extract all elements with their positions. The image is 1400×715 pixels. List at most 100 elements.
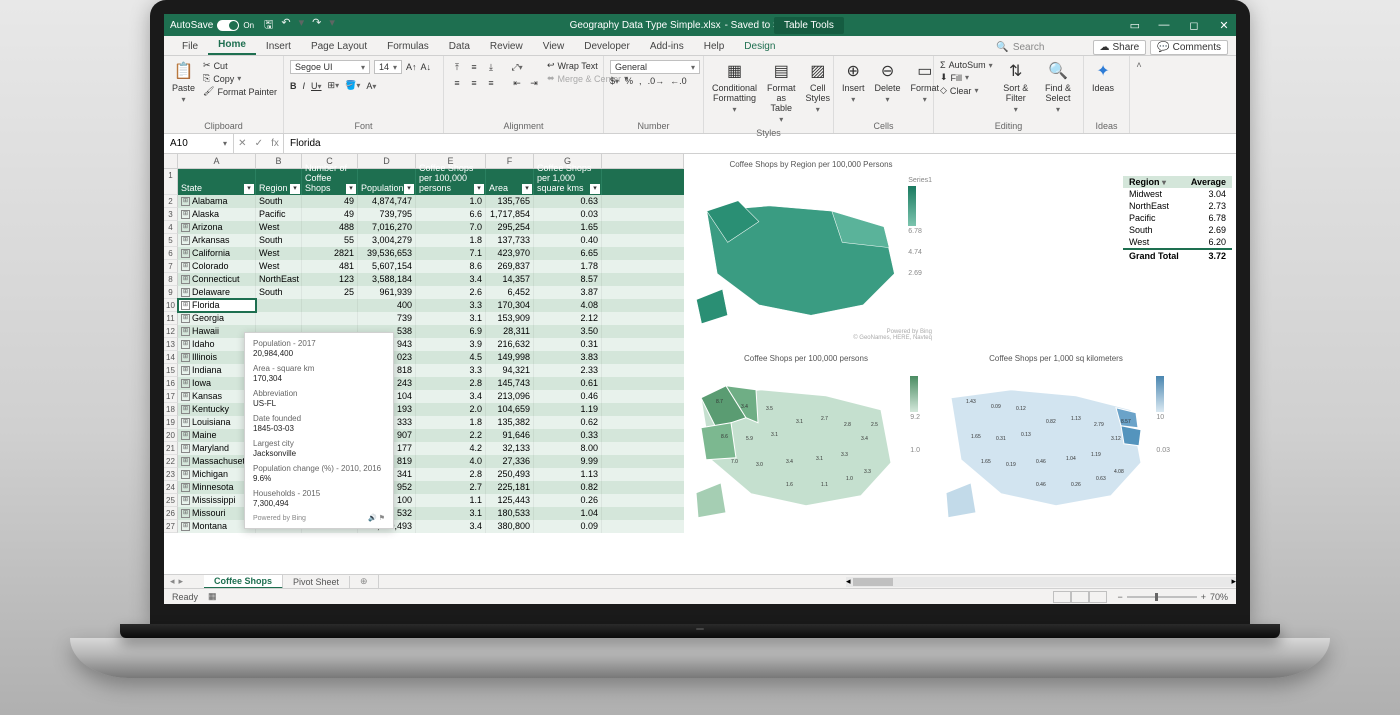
comments-button[interactable]: 💬Comments: [1150, 40, 1228, 55]
redo-icon[interactable]: ↷: [312, 16, 321, 35]
row-header[interactable]: 17: [164, 390, 178, 403]
find-select-button[interactable]: 🔍Find & Select▾: [1039, 60, 1077, 117]
row-header[interactable]: 19: [164, 416, 178, 429]
zoom-level[interactable]: 70%: [1210, 592, 1228, 602]
accounting-format-icon[interactable]: $▾: [610, 76, 619, 86]
align-middle-icon[interactable]: ≡: [467, 60, 481, 74]
table-row[interactable]: ⊞AlaskaPacific49739,7956.61,717,8540.03: [178, 208, 684, 221]
align-bottom-icon[interactable]: ⤓: [484, 60, 498, 74]
table-header[interactable]: Region▾: [256, 169, 302, 195]
table-row[interactable]: ⊞AlabamaSouth494,874,7471.0135,7650.63: [178, 195, 684, 208]
row-header[interactable]: 26: [164, 507, 178, 520]
number-format-combo[interactable]: General▾: [610, 60, 700, 74]
row-header[interactable]: 12: [164, 325, 178, 338]
search-icon[interactable]: 🔍: [996, 42, 1008, 53]
cancel-formula-icon[interactable]: ✕: [238, 138, 246, 149]
col-header-b[interactable]: B: [256, 154, 302, 168]
row-header[interactable]: 5: [164, 234, 178, 247]
filter-dropdown-icon[interactable]: ▾: [404, 184, 414, 194]
italic-button[interactable]: I: [303, 81, 306, 91]
row-header[interactable]: 25: [164, 494, 178, 507]
tab-home[interactable]: Home: [208, 36, 256, 55]
row-header[interactable]: 9: [164, 286, 178, 299]
table-header[interactable]: State▾: [178, 169, 256, 195]
zoom-out-icon[interactable]: −: [1117, 592, 1122, 602]
row-header[interactable]: 7: [164, 260, 178, 273]
increase-font-icon[interactable]: A↑: [406, 62, 417, 72]
insert-cells-button[interactable]: ⊕Insert▾: [840, 60, 867, 107]
tab-formulas[interactable]: Formulas: [377, 38, 439, 55]
undo-dropdown-icon[interactable]: ▾: [299, 16, 305, 35]
autosave-toggle[interactable]: [217, 20, 239, 31]
underline-button[interactable]: U▾: [311, 81, 322, 91]
decrease-font-icon[interactable]: A↓: [421, 62, 432, 72]
flag-icon[interactable]: ⚑: [379, 515, 385, 522]
row-header[interactable]: 23: [164, 468, 178, 481]
collapse-ribbon-icon[interactable]: ˄: [1130, 56, 1148, 133]
table-header[interactable]: Number of Coffee Shops▾: [302, 169, 358, 195]
formula-input[interactable]: Florida: [284, 134, 1236, 153]
autosum-button[interactable]: ΣAutoSum▾: [940, 60, 993, 70]
tab-view[interactable]: View: [533, 38, 575, 55]
macro-record-icon[interactable]: ▦: [208, 591, 217, 602]
tab-review[interactable]: Review: [480, 38, 533, 55]
chart-per-sqkm-map[interactable]: Coffee Shops per 1,000 sq kilometers 1.4…: [936, 350, 1176, 540]
table-row[interactable]: ⊞DelawareSouth25961,9392.66,4523.87: [178, 286, 684, 299]
row-header[interactable]: 27: [164, 520, 178, 533]
cell-styles-button[interactable]: ▨Cell Styles▾: [804, 60, 833, 117]
save-icon[interactable]: 🖫: [264, 16, 273, 35]
table-row[interactable]: ⊞CaliforniaWest282139,536,6537.1423,9706…: [178, 247, 684, 260]
align-left-icon[interactable]: ≡: [450, 76, 464, 90]
row-header[interactable]: 14: [164, 351, 178, 364]
undo-icon[interactable]: ↶: [281, 16, 290, 35]
page-layout-view-icon[interactable]: [1071, 591, 1089, 603]
row-header[interactable]: 22: [164, 455, 178, 468]
search-label[interactable]: Search: [1013, 42, 1045, 53]
decrease-decimal-icon[interactable]: ←.0: [670, 76, 687, 86]
tab-addins[interactable]: Add-ins: [640, 38, 694, 55]
minimize-button[interactable]: —: [1158, 19, 1170, 31]
sheet-nav-last-icon[interactable]: ▸: [179, 576, 184, 587]
audio-icon[interactable]: 🔊: [368, 515, 377, 522]
comma-format-icon[interactable]: ,: [639, 76, 642, 86]
row-header[interactable]: 24: [164, 481, 178, 494]
enter-formula-icon[interactable]: ✓: [255, 138, 263, 149]
table-row[interactable]: ⊞ConnecticutNorthEast1233,588,1843.414,3…: [178, 273, 684, 286]
ribbon-display-icon[interactable]: ▭: [1130, 19, 1140, 32]
filter-dropdown-icon[interactable]: ▾: [346, 184, 356, 194]
orientation-icon[interactable]: ⤢▾: [510, 60, 524, 74]
filter-dropdown-icon[interactable]: ▾: [290, 184, 300, 194]
row-header[interactable]: 15: [164, 364, 178, 377]
close-button[interactable]: ✕: [1218, 19, 1230, 32]
table-header[interactable]: Coffee Shops per 1,000 square kms▾: [534, 169, 602, 195]
col-header-a[interactable]: A: [178, 154, 256, 168]
cut-button[interactable]: ✂Cut: [203, 60, 277, 71]
row-header[interactable]: 21: [164, 442, 178, 455]
maximize-button[interactable]: ◻: [1188, 19, 1200, 32]
increase-indent-icon[interactable]: ⇥: [527, 76, 541, 90]
copy-button[interactable]: ⎘Copy▾: [203, 73, 277, 84]
table-tools-tab[interactable]: Table Tools: [774, 17, 844, 34]
row-header[interactable]: 13: [164, 338, 178, 351]
fx-icon[interactable]: fx: [271, 138, 279, 149]
filter-dropdown-icon[interactable]: ▾: [474, 184, 484, 194]
align-center-icon[interactable]: ≡: [467, 76, 481, 90]
row-header[interactable]: 10: [164, 299, 178, 312]
row-header[interactable]: 18: [164, 403, 178, 416]
chart-region-map[interactable]: Coffee Shops by Region per 100,000 Perso…: [686, 156, 936, 346]
table-header[interactable]: Coffee Shops per 100,000 persons▾: [416, 169, 486, 195]
table-row[interactable]: ⊞ColoradoWest4815,607,1548.6269,8371.78: [178, 260, 684, 273]
fill-button[interactable]: ⬇Fill▾: [940, 72, 993, 83]
border-button[interactable]: ⊞▾: [328, 80, 340, 91]
paste-button[interactable]: 📋Paste▾: [170, 60, 197, 107]
font-name-combo[interactable]: Segoe UI▾: [290, 60, 370, 74]
table-row[interactable]: ⊞ArizonaWest4887,016,2707.0295,2541.65: [178, 221, 684, 234]
table-header[interactable]: Area▾: [486, 169, 534, 195]
percent-format-icon[interactable]: %: [625, 76, 633, 86]
clear-button[interactable]: ◇Clear▾: [940, 85, 993, 96]
share-button[interactable]: ☁Share: [1093, 40, 1147, 55]
row-header[interactable]: 20: [164, 429, 178, 442]
tab-help[interactable]: Help: [694, 38, 735, 55]
tab-developer[interactable]: Developer: [574, 38, 640, 55]
sheet-nav-first-icon[interactable]: ◂: [170, 576, 175, 587]
